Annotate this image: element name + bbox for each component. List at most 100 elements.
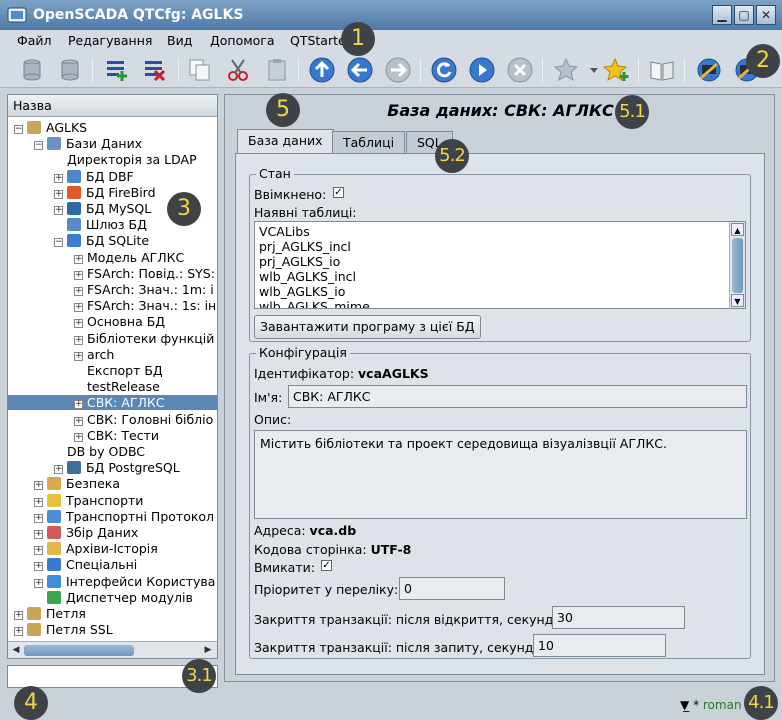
- list-item[interactable]: wlb_AGLKS_mime: [259, 299, 370, 308]
- collapse-icon[interactable]: −: [34, 141, 43, 151]
- tree-item[interactable]: + Основна БД: [8, 314, 217, 329]
- tree-item[interactable]: + Архіви-Історія: [8, 541, 217, 556]
- tree-item[interactable]: + Петля: [8, 606, 217, 621]
- expand-icon[interactable]: +: [34, 497, 43, 507]
- tree-item[interactable]: + БД DBF: [8, 169, 217, 184]
- expand-icon[interactable]: +: [34, 513, 43, 523]
- menu-file[interactable]: Файл: [17, 33, 52, 48]
- tree-item[interactable]: + Модель АГЛКС: [8, 250, 217, 265]
- collapse-icon[interactable]: −: [14, 125, 23, 134]
- scroll-right-icon[interactable]: ▶: [201, 643, 215, 657]
- refresh-button[interactable]: [430, 56, 458, 84]
- expand-icon[interactable]: +: [54, 465, 63, 475]
- tree-item[interactable]: + СВК: Головні бібліо: [8, 412, 217, 427]
- expand-icon[interactable]: +: [34, 481, 43, 491]
- collapse-icon[interactable]: −: [54, 238, 63, 248]
- copy-button[interactable]: [186, 56, 214, 84]
- scroll-up-icon[interactable]: ▲: [731, 223, 744, 236]
- tree-column-header[interactable]: Назва: [8, 95, 217, 117]
- tree-item[interactable]: Директорія за LDAP: [8, 152, 217, 167]
- tree-item[interactable]: + Бібліотеки функцій: [8, 331, 217, 346]
- tree-item[interactable]: + FSArch: Повід.: SYS:: [8, 266, 217, 281]
- list-item[interactable]: VCALibs: [259, 224, 310, 239]
- expand-icon[interactable]: +: [54, 173, 63, 183]
- tables-list-scrollbar[interactable]: ▲ ▼: [729, 222, 745, 308]
- expand-icon[interactable]: +: [74, 351, 83, 361]
- close-button[interactable]: ✕: [756, 5, 776, 25]
- db-load-button[interactable]: [18, 56, 46, 84]
- add-item-button[interactable]: [103, 56, 131, 84]
- expand-icon[interactable]: +: [74, 303, 83, 313]
- expand-icon[interactable]: +: [34, 546, 43, 556]
- list-item[interactable]: wlb_AGLKS_incl: [259, 269, 356, 284]
- scroll-thumb[interactable]: [732, 238, 743, 293]
- menu-view[interactable]: Вид: [167, 33, 192, 48]
- expand-icon[interactable]: +: [34, 530, 43, 539]
- tree-item[interactable]: + Інтерфейси Користува: [8, 574, 217, 589]
- favorites-dropdown[interactable]: [580, 56, 598, 84]
- tree-item[interactable]: + Безпека: [8, 476, 217, 491]
- to-enable-checkbox[interactable]: ✓: [321, 560, 332, 571]
- list-item[interactable]: prj_AGLKS_io: [259, 254, 340, 269]
- tree-item[interactable]: DB by ODBC: [8, 444, 217, 459]
- db-save-button[interactable]: [56, 56, 84, 84]
- tree-item[interactable]: testRelease: [8, 379, 217, 394]
- list-item[interactable]: prj_AGLKS_incl: [259, 239, 351, 254]
- delete-item-button[interactable]: [141, 56, 169, 84]
- stop-button[interactable]: [506, 56, 534, 84]
- back-button[interactable]: [346, 56, 374, 84]
- tab-database[interactable]: База даних: [237, 129, 334, 154]
- title-bar[interactable]: OpenSCADA QTCfg: AGLKS ▁ ▢ ✕: [0, 0, 782, 30]
- scroll-down-icon[interactable]: ▼: [731, 294, 744, 307]
- favorites-button[interactable]: [552, 56, 580, 84]
- scroll-left-icon[interactable]: ◀: [9, 643, 23, 657]
- expand-icon[interactable]: +: [54, 206, 63, 215]
- tree-item[interactable]: + Транспорти: [8, 493, 217, 508]
- name-input[interactable]: СВК: АГЛКС: [288, 385, 747, 408]
- scroll-thumb[interactable]: [24, 645, 134, 656]
- description-textarea[interactable]: Містить бібліотеки та проект середовища …: [254, 430, 747, 519]
- tree-item[interactable]: − Бази Даних: [8, 136, 217, 151]
- expand-icon[interactable]: +: [74, 400, 83, 410]
- cut-button[interactable]: [224, 56, 252, 84]
- paste-button[interactable]: [263, 56, 291, 84]
- forward-button[interactable]: [384, 56, 412, 84]
- tree-item[interactable]: + БД PostgreSQL: [8, 460, 217, 475]
- tables-list[interactable]: ▲ ▼ VCALibs prj_AGLKS_incl prj_AGLKS_io wlb…: [254, 221, 746, 309]
- tree-item[interactable]: + Транспортні Протокол: [8, 509, 217, 524]
- trans-open-input[interactable]: 30: [552, 606, 685, 629]
- tree-item[interactable]: − AGLKS: [8, 120, 217, 135]
- config-button-1[interactable]: [695, 56, 723, 84]
- status-arrow-icon[interactable]: ▼̲: [680, 698, 689, 712]
- expand-icon[interactable]: +: [74, 270, 83, 280]
- tab-tables[interactable]: Таблиці: [332, 131, 406, 153]
- tree-item[interactable]: + Спеціальні: [8, 557, 217, 572]
- enabled-checkbox[interactable]: ✓: [333, 187, 344, 198]
- load-program-button[interactable]: Завантажити програму з цієї БД: [254, 315, 481, 339]
- expand-icon[interactable]: +: [74, 432, 83, 442]
- tree-item[interactable]: + FSArch: Знач.: 1s: ін: [8, 298, 217, 313]
- minimize-button[interactable]: ▁: [712, 5, 732, 25]
- tree-item[interactable]: Диспетчер модулів: [8, 590, 217, 605]
- menu-edit[interactable]: Редагування: [68, 33, 152, 48]
- tree-item[interactable]: + Петля SSL: [8, 622, 217, 637]
- expand-icon[interactable]: +: [54, 189, 63, 199]
- expand-icon[interactable]: +: [34, 562, 43, 572]
- tree-horizontal-scrollbar[interactable]: ◀ ▶: [8, 641, 217, 658]
- expand-icon[interactable]: +: [74, 287, 83, 296]
- tree-item[interactable]: + arch: [8, 347, 217, 362]
- status-user[interactable]: roman: [703, 698, 742, 712]
- maximize-button[interactable]: ▢: [734, 5, 754, 25]
- level-up-button[interactable]: [308, 56, 336, 84]
- expand-icon[interactable]: +: [74, 254, 83, 264]
- tree-item[interactable]: + FSArch: Знач.: 1m: і: [8, 282, 217, 297]
- expand-icon[interactable]: +: [14, 611, 23, 620]
- list-item[interactable]: wlb_AGLKS_io: [259, 284, 345, 299]
- expand-icon[interactable]: +: [74, 416, 83, 426]
- expand-icon[interactable]: +: [74, 319, 83, 329]
- manual-button[interactable]: [648, 56, 676, 84]
- trans-request-input[interactable]: 10: [533, 634, 666, 657]
- add-favorite-button[interactable]: [602, 56, 630, 84]
- expand-icon[interactable]: +: [14, 627, 23, 637]
- tree-item[interactable]: Експорт БД: [8, 363, 217, 378]
